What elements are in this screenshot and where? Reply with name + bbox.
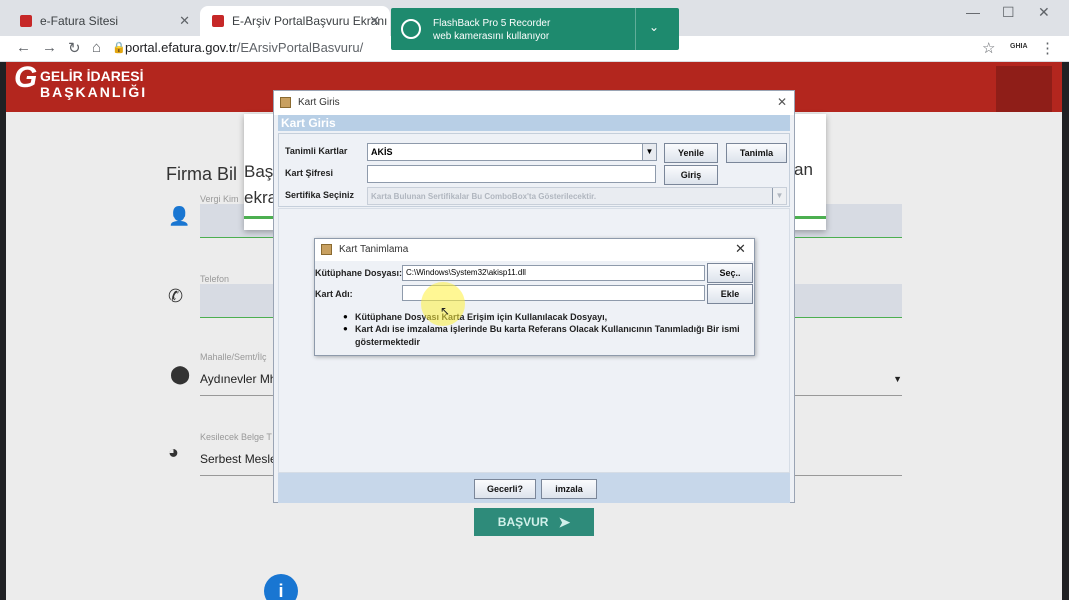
field-label: Kesilecek Belge T bbox=[200, 432, 272, 442]
imzala-button[interactable]: imzala bbox=[541, 479, 597, 499]
forward-icon[interactable]: → bbox=[42, 39, 57, 56]
tab-title: E-Arşiv PortalBaşvuru Ekranı bbox=[232, 14, 388, 28]
pie-icon: ◕ bbox=[168, 442, 179, 462]
sertifika-placeholder: Karta Bulunan Sertifikalar Bu ComboBox't… bbox=[371, 192, 597, 201]
kart-sifresi-label: Kart Şifresi bbox=[285, 168, 334, 178]
close-icon[interactable]: ✕ bbox=[777, 95, 787, 109]
field-label: Vergi Kim bbox=[200, 194, 239, 204]
back-icon[interactable]: ← bbox=[16, 39, 31, 56]
notification-divider bbox=[635, 8, 636, 50]
gecerli-button[interactable]: Gecerli? bbox=[474, 479, 536, 499]
url-field[interactable]: portal.efatura.gov.tr/EArsivPortalBasvur… bbox=[125, 40, 363, 55]
efatura-favicon-icon bbox=[20, 15, 32, 27]
kart-giris-footer: Gecerli? imzala bbox=[278, 473, 790, 503]
phone-icon: ✆ bbox=[168, 286, 184, 306]
url-path: /EArsivPortalBasvuru/ bbox=[236, 40, 364, 55]
earsiv-favicon-icon bbox=[212, 15, 224, 27]
bullet-icon: ● bbox=[343, 312, 348, 321]
tanimli-kartlar-label: Tanimli Kartlar bbox=[285, 146, 348, 156]
close-icon[interactable]: ✕ bbox=[735, 241, 746, 257]
field-value: Serbest Mesle bbox=[200, 452, 277, 466]
popup-text-right: an bbox=[794, 160, 813, 179]
popup-text-top: Baş bbox=[244, 162, 274, 181]
giris-button[interactable]: Giriş bbox=[664, 165, 718, 185]
kart-giris-banner: Kart Giris bbox=[278, 115, 790, 131]
sertifika-combo[interactable]: Karta Bulunan Sertifikalar Bu ComboBox't… bbox=[367, 187, 787, 205]
sec-button[interactable]: Seç.. bbox=[707, 263, 753, 283]
notification-app: FlashBack Pro 5 Recorder bbox=[433, 18, 551, 29]
field-label: Telefon bbox=[200, 274, 230, 284]
tab-close-icon[interactable]: ✕ bbox=[179, 13, 190, 29]
combo-value: AKİS bbox=[371, 147, 393, 157]
bullet-icon: ● bbox=[343, 324, 348, 333]
chevron-down-icon: ▼ bbox=[642, 144, 656, 160]
home-icon[interactable]: ⌂ bbox=[92, 39, 101, 56]
dropdown-arrow-icon: ▼ bbox=[893, 374, 902, 384]
url-host: portal.efatura.gov.tr bbox=[125, 40, 237, 55]
tab-close-icon[interactable]: ✕ bbox=[369, 13, 380, 29]
minimize-icon[interactable]: — bbox=[966, 4, 980, 20]
send-arrow-icon: ➤ bbox=[558, 513, 571, 530]
maximize-icon[interactable]: ☐ bbox=[1002, 4, 1015, 21]
tanimli-kartlar-combo[interactable]: AKİS ▼ bbox=[367, 143, 657, 161]
tab-earsiv[interactable]: E-Arşiv PortalBaşvuru Ekranı ✕ bbox=[200, 6, 390, 36]
tab-efatura[interactable]: e-Fatura Sitesi ✕ bbox=[8, 6, 200, 36]
window-title: Kart Giris bbox=[298, 97, 340, 108]
info-icon[interactable]: i bbox=[264, 574, 298, 600]
ataturk-portrait bbox=[996, 66, 1052, 112]
field-value: Aydınevler Mh bbox=[200, 372, 277, 386]
logo-line1: GELİR İDARESİ bbox=[40, 68, 144, 84]
basvur-button[interactable]: BAŞVUR ➤ bbox=[474, 508, 594, 536]
window-close-icon[interactable]: ✕ bbox=[1038, 4, 1050, 21]
kart-giris-panel: Tanimli Kartlar AKİS ▼ Yenile Tanimla Ka… bbox=[278, 133, 790, 207]
java-icon bbox=[321, 244, 332, 255]
yenile-button[interactable]: Yenile bbox=[664, 143, 718, 163]
form-title: Firma Bil bbox=[166, 164, 237, 184]
kart-adi-label: Kart Adı: bbox=[315, 289, 353, 299]
bullet-text: Kart Adı ise imzalama işlerinde Bu karta… bbox=[355, 324, 740, 334]
lock-icon[interactable]: 🔒 bbox=[112, 41, 126, 54]
sertifika-label: Sertifika Seçiniz bbox=[285, 190, 355, 200]
recorder-notification[interactable]: FlashBack Pro 5 Recorder web kamerasını … bbox=[391, 8, 679, 50]
menu-kebab-icon[interactable]: ⋮ bbox=[1040, 39, 1055, 57]
location-icon: ⬤ bbox=[170, 364, 191, 384]
java-icon bbox=[280, 97, 291, 108]
kutuphane-label: Kütüphane Dosyası: bbox=[315, 268, 403, 278]
tab-title: e-Fatura Sitesi bbox=[40, 14, 119, 28]
webcam-icon bbox=[401, 19, 421, 39]
logo-line2: BAŞKANLIĞI bbox=[40, 84, 148, 100]
person-icon: 👤 bbox=[168, 206, 191, 226]
kutuphane-input[interactable]: C:\Windows\System32\akisp11.dll bbox=[402, 265, 705, 281]
tanimla-button[interactable]: Tanimla bbox=[726, 143, 787, 163]
chevron-down-icon[interactable]: ⌄ bbox=[649, 20, 659, 34]
bullet-text: Kütüphane Dosyası Karta Erişim için Kull… bbox=[355, 312, 608, 322]
kart-sifresi-input[interactable] bbox=[367, 165, 656, 183]
notification-message: web kamerasını kullanıyor bbox=[433, 31, 550, 42]
kart-giris-titlebar: Kart Giris ✕ bbox=[274, 91, 794, 115]
reload-icon[interactable]: ↻ bbox=[68, 39, 81, 57]
field-label: Mahalle/Semt/İlç bbox=[200, 352, 267, 362]
basvur-label: BAŞVUR bbox=[497, 515, 549, 529]
kart-tanimlama-dialog: Kart Tanimlama ✕ Kütüphane Dosyası: C:\W… bbox=[314, 238, 755, 356]
chevron-down-icon: ▼ bbox=[772, 188, 786, 204]
gib-logo-mark-icon: G bbox=[14, 62, 38, 94]
window-title: Kart Tanimlama bbox=[339, 244, 409, 255]
gib-logo[interactable]: G GELİR İDARESİ BAŞKANLIĞI bbox=[14, 62, 148, 101]
bookmark-star-icon[interactable]: ☆ bbox=[982, 39, 995, 57]
bullet-text: göstermektedir bbox=[355, 337, 421, 347]
profile-label[interactable]: GHIA bbox=[1010, 43, 1028, 50]
kart-tanimlama-titlebar: Kart Tanimlama ✕ bbox=[315, 239, 754, 261]
ekle-button[interactable]: Ekle bbox=[707, 284, 753, 304]
mouse-cursor-icon: ↖ bbox=[440, 304, 451, 318]
